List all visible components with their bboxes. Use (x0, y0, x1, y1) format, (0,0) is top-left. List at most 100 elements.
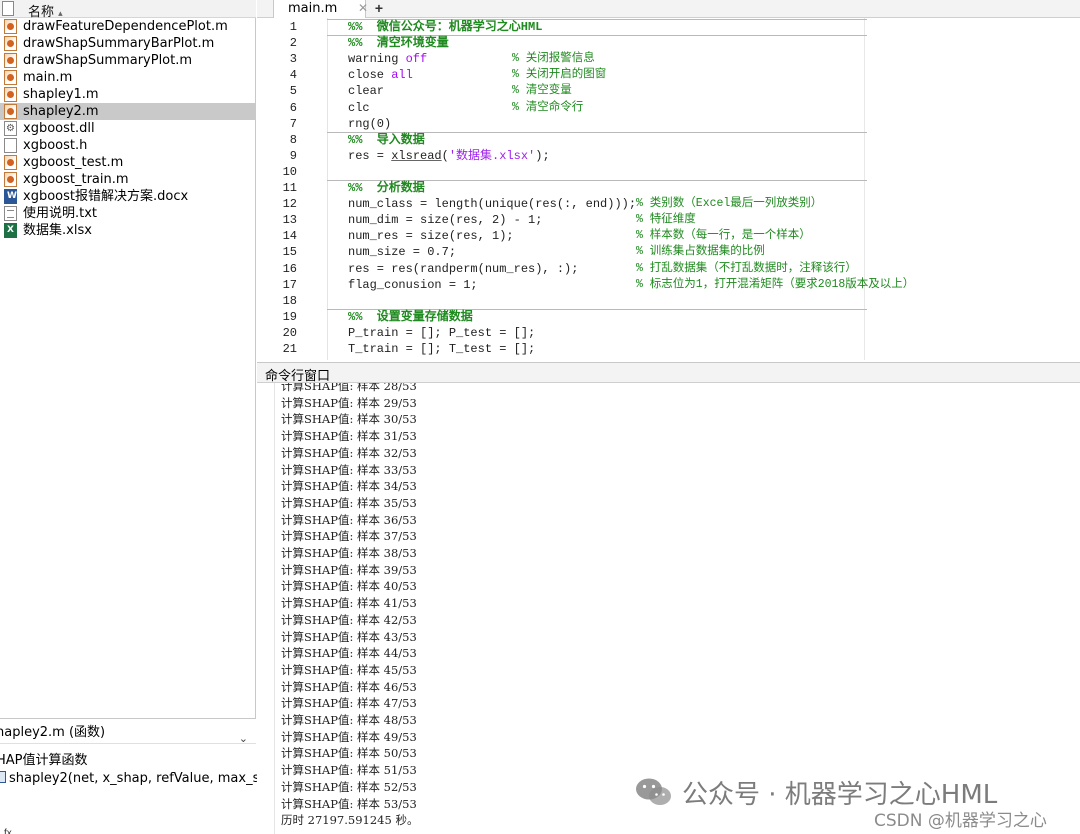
code-line[interactable]: 16 res = res(randperm(num_res), :); % 打乱数据… (257, 261, 1080, 277)
command-window-title: 命令行窗口 (265, 369, 331, 384)
code-line[interactable]: 1 %% 微信公众号：机器学习之心HML (257, 19, 1080, 35)
code-line[interactable]: 18 (257, 293, 1080, 309)
code-line[interactable]: 17 flag_conusion = 1; % 标志位为1，打开混淆矩阵（要求201… (257, 277, 1080, 293)
command-output[interactable]: 计算SHAP值: 样本 28/53 计算SHAP值: 样本 29/53 计算SHAP… (257, 383, 1080, 834)
code-line[interactable]: 8 %% 导入数据 (257, 132, 1080, 148)
line-number: 3 (289, 52, 297, 67)
file-row[interactable]: 使用说明.txt (0, 205, 256, 222)
output-line: 计算SHAP值: 样本 30/53 (281, 412, 417, 427)
output-line: 计算SHAP值: 样本 29/53 (281, 395, 417, 410)
code-line[interactable]: 7 rng(0) (257, 116, 1080, 132)
code-text: P_train = []; P_test = []; (348, 325, 536, 340)
file-name: drawFeatureDependencePlot.m (23, 19, 228, 34)
matlab-file-icon (4, 155, 17, 170)
code-line[interactable]: 21 T_train = []; T_test = []; (257, 341, 1080, 357)
code-text: res = xlsread('数据集.xlsx'); (348, 148, 550, 163)
command-window-titlebar: 命令行窗口 (257, 363, 1080, 384)
file-row[interactable]: shapley1.m (0, 86, 256, 103)
output-line: 计算SHAP值: 样本 44/53 (281, 646, 417, 661)
code-text: res = res(randperm(num_res), :); (348, 261, 579, 276)
code-line[interactable]: 20 P_train = []; P_test = []; (257, 325, 1080, 341)
code-line[interactable]: 5 clear % 清空变量 (257, 83, 1080, 99)
add-tab-button[interactable]: + (369, 0, 389, 18)
file-row[interactable]: xgboost.dll (0, 120, 256, 137)
matlab-file-icon (4, 87, 17, 102)
details-title[interactable]: hapley2.m (函数) ⌄ (0, 722, 256, 745)
excel-file-icon (4, 222, 17, 239)
code-comment: % 打乱数据集（不打乱数据时，注释该行） (636, 261, 857, 275)
line-number: 9 (289, 148, 297, 163)
line-number: 8 (289, 132, 297, 147)
code-line[interactable]: 14 num_res = size(res, 1); % 样本数（每一行，是一个样本… (257, 228, 1080, 244)
code-line[interactable]: 6 clc % 清空命令行 (257, 100, 1080, 116)
code-line[interactable]: 2 %% 清空环境变量 (257, 35, 1080, 51)
file-name: drawShapSummaryPlot.m (23, 53, 193, 68)
line-number: 7 (289, 116, 297, 131)
code-line[interactable]: 10 (257, 164, 1080, 180)
code-line[interactable]: 9 res = xlsread('数据集.xlsx'); (257, 148, 1080, 164)
line-number: 2 (289, 36, 297, 51)
code-text: clc (348, 100, 370, 115)
code-line[interactable]: 4 close all % 关闭开启的图窗 (257, 67, 1080, 83)
close-icon[interactable]: ✕ (358, 0, 368, 17)
file-row[interactable]: main.m (0, 69, 256, 86)
output-line: 计算SHAP值: 样本 28/53 (281, 383, 417, 393)
section-title: %% 导入数据 (348, 132, 425, 147)
chevron-down-icon[interactable]: ⌄ (239, 728, 248, 750)
line-number: 15 (282, 245, 297, 260)
file-row[interactable]: xgboost_train.m (0, 171, 256, 188)
matlab-file-icon (4, 172, 17, 187)
code-line[interactable]: 12 num_class = length(unique(res(:, end))… (257, 196, 1080, 212)
tab-main-m[interactable]: main.m ✕ (273, 0, 368, 18)
function-icon (0, 771, 6, 783)
output-line: 计算SHAP值: 样本 39/53 (281, 562, 417, 577)
code-text: flag_conusion = 1; (348, 277, 478, 292)
output-line: 计算SHAP值: 样本 34/53 (281, 479, 417, 494)
file-row[interactable]: shapley2.m (0, 103, 256, 120)
file-row[interactable]: xgboost.h (0, 137, 256, 154)
editor-tab-bar: main.m ✕ + (257, 0, 1080, 18)
fx-prompt-icon[interactable]: fx (4, 828, 12, 834)
output-line: 计算SHAP值: 样本 42/53 (281, 612, 417, 627)
line-number: 20 (282, 325, 297, 340)
file-row[interactable]: drawShapSummaryBarPlot.m (0, 35, 256, 52)
output-line: 计算SHAP值: 样本 50/53 (281, 746, 417, 761)
details-panel: hapley2.m (函数) ⌄ HAP值计算函数 shapley2(net, … (0, 718, 279, 834)
code-text: num_size = 0.7; (348, 245, 457, 260)
file-type-column-icon (2, 1, 14, 16)
code-area[interactable]: 1 %% 微信公众号：机器学习之心HML 2 %% 清空环境变量 3 warning of… (257, 18, 1080, 360)
csdn-watermark: CSDN @机器学习之心 (874, 811, 1047, 831)
line-number: 1 (289, 20, 297, 34)
code-text: num_dim = size(res, 2) - 1; (348, 213, 543, 228)
current-folder-panel: 名称 ▴ drawFeatureDependencePlot.m drawShap… (0, 0, 279, 834)
line-number: 13 (282, 213, 297, 228)
dll-file-icon (4, 120, 17, 137)
code-text: T_train = []; T_test = []; (348, 342, 536, 356)
matlab-file-icon (4, 104, 17, 119)
function-signature[interactable]: shapley2(net, x_shap, refValue, max_so..… (0, 771, 279, 786)
section-title: %% 设置变量存储数据 (348, 309, 473, 324)
code-comment: % 标志位为1，打开混淆矩阵（要求2018版本及以上） (636, 277, 915, 291)
file-list-header[interactable]: 名称 ▴ (0, 0, 256, 20)
code-comment: % 特征维度 (636, 213, 696, 227)
code-line[interactable]: 11 %% 分析数据 (257, 180, 1080, 196)
file-row[interactable]: 数据集.xlsx (0, 222, 256, 239)
line-number: 12 (282, 197, 297, 212)
file-row[interactable]: xgboost_test.m (0, 154, 256, 171)
output-line: 计算SHAP值: 样本 35/53 (281, 495, 417, 510)
word-file-icon (4, 188, 17, 205)
file-name: drawShapSummaryBarPlot.m (23, 36, 215, 51)
code-line[interactable]: 19 %% 设置变量存储数据 (257, 309, 1080, 325)
section-title: %% 分析数据 (348, 181, 425, 195)
file-row[interactable]: drawShapSummaryPlot.m (0, 52, 256, 69)
code-line[interactable]: 15 num_size = 0.7; % 训练集占数据集的比例 (257, 244, 1080, 260)
output-line: 计算SHAP值: 样本 36/53 (281, 512, 417, 527)
file-row[interactable]: xgboost报错解决方案.docx (0, 188, 256, 205)
code-line[interactable]: 13 num_dim = size(res, 2) - 1; % 特征维度 (257, 212, 1080, 228)
code-comment: % 类别数（Excel最后一列放类别） (636, 197, 823, 211)
file-name: xgboost_test.m (23, 155, 124, 170)
code-line[interactable]: 3 warning off % 关闭报警信息 (257, 51, 1080, 67)
output-line: 计算SHAP值: 样本 49/53 (281, 729, 417, 744)
code-comment: % 清空命令行 (512, 100, 584, 114)
file-row[interactable]: drawFeatureDependencePlot.m (0, 18, 256, 35)
